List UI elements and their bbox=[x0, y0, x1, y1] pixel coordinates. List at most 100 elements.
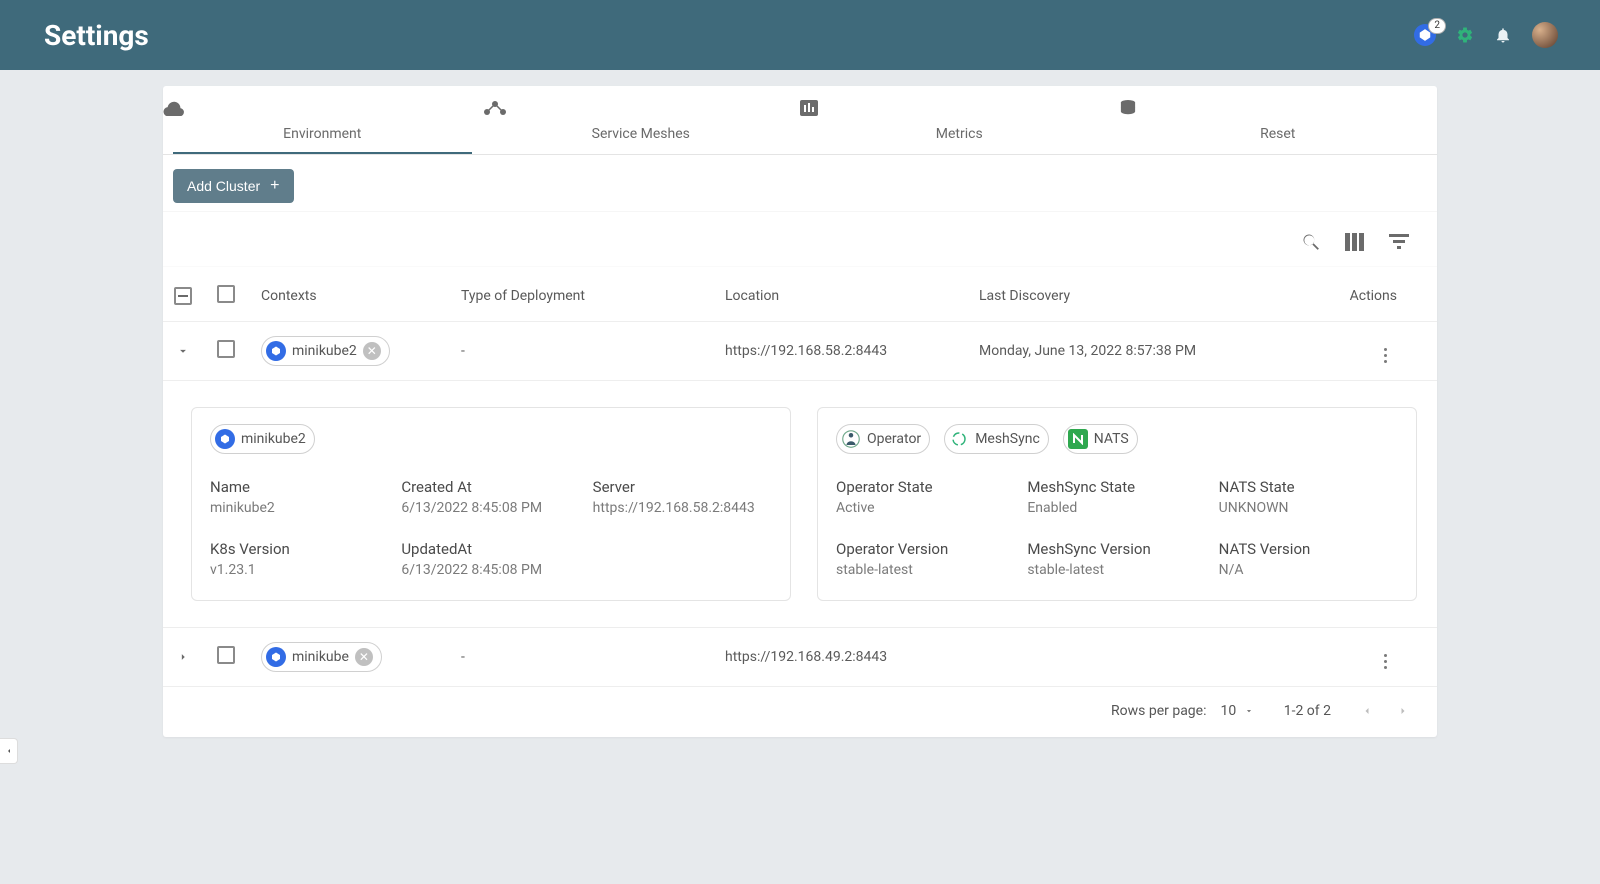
minus-icon[interactable] bbox=[174, 287, 192, 305]
col-contexts[interactable]: Contexts bbox=[261, 288, 461, 304]
chevron-right-icon bbox=[176, 650, 190, 664]
nats-icon bbox=[1068, 429, 1088, 449]
col-deployment[interactable]: Type of Deployment bbox=[461, 288, 725, 304]
k8s-version-label: K8s Version bbox=[210, 540, 389, 558]
table-row: minikube2 ✕ - https://192.168.58.2:8443 … bbox=[163, 322, 1437, 381]
deployment-cell: - bbox=[461, 649, 725, 665]
operator-icon bbox=[841, 429, 861, 449]
sidebar-expand-handle[interactable] bbox=[0, 738, 18, 764]
chevron-left-icon bbox=[5, 745, 13, 757]
app-header: Settings bbox=[0, 0, 1600, 70]
search-icon[interactable] bbox=[1301, 232, 1321, 252]
chart-icon bbox=[800, 100, 1119, 118]
row-actions[interactable] bbox=[1311, 339, 1417, 363]
rows-per-page-select[interactable]: 10 bbox=[1220, 703, 1253, 719]
avatar[interactable] bbox=[1532, 22, 1558, 48]
tab-label: Environment bbox=[283, 126, 361, 142]
operator-version-value: stable-latest bbox=[836, 562, 1015, 578]
settings-card: Environment Service Meshes Metrics Reset bbox=[163, 86, 1437, 737]
row-details: minikube2 Name minikube2 Created At 6/13/2… bbox=[163, 381, 1437, 628]
name-value: minikube2 bbox=[210, 500, 389, 516]
more-icon bbox=[1384, 348, 1387, 363]
row-checkbox[interactable] bbox=[217, 646, 261, 668]
add-cluster-button[interactable]: Add Cluster + bbox=[173, 169, 294, 203]
server-label: Server bbox=[593, 478, 772, 496]
kubernetes-icon bbox=[266, 647, 286, 667]
settings-icon[interactable] bbox=[1456, 26, 1474, 44]
chevron-left-icon bbox=[1361, 705, 1373, 717]
chevron-down-icon bbox=[176, 344, 190, 358]
bell-icon[interactable] bbox=[1494, 26, 1512, 44]
nats-version-label: NATS Version bbox=[1219, 540, 1398, 558]
chevron-right-icon bbox=[1397, 705, 1409, 717]
meshsync-icon bbox=[949, 429, 969, 449]
content-area: Environment Service Meshes Metrics Reset bbox=[0, 70, 1600, 753]
view-columns-icon[interactable] bbox=[1345, 233, 1365, 251]
plus-icon: + bbox=[270, 179, 279, 193]
deployment-cell: - bbox=[461, 343, 725, 359]
page-prev[interactable] bbox=[1361, 705, 1373, 717]
operator-chip[interactable]: Operator bbox=[836, 424, 930, 454]
tab-reset[interactable]: Reset bbox=[1119, 86, 1438, 154]
nats-state-value: UNKNOWN bbox=[1219, 500, 1398, 516]
tab-service-meshes[interactable]: Service Meshes bbox=[482, 86, 801, 154]
filter-icon[interactable] bbox=[1389, 234, 1409, 250]
col-discovery[interactable]: Last Discovery bbox=[979, 288, 1311, 304]
kubernetes-badge[interactable] bbox=[1414, 24, 1436, 46]
table-pager: Rows per page: 10 1-2 of 2 bbox=[163, 687, 1437, 737]
meshsync-state-value: Enabled bbox=[1027, 500, 1206, 516]
created-label: Created At bbox=[401, 478, 580, 496]
more-icon bbox=[1384, 654, 1387, 669]
operator-state-label: Operator State bbox=[836, 478, 1015, 496]
row-checkbox[interactable] bbox=[217, 340, 261, 362]
rows-per-page-value: 10 bbox=[1220, 703, 1236, 719]
header-expand-placeholder bbox=[173, 286, 193, 306]
page-range: 1-2 of 2 bbox=[1284, 703, 1331, 719]
chip-remove-icon[interactable]: ✕ bbox=[355, 648, 373, 666]
page-next[interactable] bbox=[1397, 705, 1409, 717]
avatar-image bbox=[1532, 22, 1558, 48]
context-chip[interactable]: minikube2 ✕ bbox=[261, 336, 390, 366]
cluster-chip-label: minikube2 bbox=[241, 431, 306, 447]
header-actions bbox=[1414, 22, 1558, 48]
operator-state-value: Active bbox=[836, 500, 1015, 516]
kubernetes-icon bbox=[1414, 24, 1436, 46]
operator-details-panel: Operator MeshSync NATS bbox=[817, 407, 1417, 601]
operator-version-label: Operator Version bbox=[836, 540, 1015, 558]
nats-state-label: NATS State bbox=[1219, 478, 1398, 496]
col-location[interactable]: Location bbox=[725, 288, 979, 304]
meshsync-version-value: stable-latest bbox=[1027, 562, 1206, 578]
expand-toggle[interactable] bbox=[173, 341, 193, 361]
chip-remove-icon[interactable]: ✕ bbox=[363, 342, 381, 360]
created-value: 6/13/2022 8:45:08 PM bbox=[401, 500, 580, 516]
page-title: Settings bbox=[44, 19, 149, 52]
tab-metrics[interactable]: Metrics bbox=[800, 86, 1119, 154]
row-actions[interactable] bbox=[1311, 645, 1417, 669]
location-cell: https://192.168.49.2:8443 bbox=[725, 649, 979, 665]
nats-chip-label: NATS bbox=[1094, 431, 1129, 447]
cluster-chip[interactable]: minikube2 bbox=[210, 424, 315, 454]
nats-chip[interactable]: NATS bbox=[1063, 424, 1138, 454]
meshsync-chip-label: MeshSync bbox=[975, 431, 1040, 447]
context-chip-label: minikube2 bbox=[292, 343, 357, 359]
context-cell: minikube ✕ bbox=[261, 642, 461, 672]
updated-value: 6/13/2022 8:45:08 PM bbox=[401, 562, 580, 578]
context-chip[interactable]: minikube ✕ bbox=[261, 642, 382, 672]
meshsync-state-label: MeshSync State bbox=[1027, 478, 1206, 496]
meshsync-chip[interactable]: MeshSync bbox=[944, 424, 1049, 454]
tab-bar: Environment Service Meshes Metrics Reset bbox=[163, 86, 1437, 155]
chevron-down-icon bbox=[1244, 706, 1254, 716]
k8s-version-value: v1.23.1 bbox=[210, 562, 389, 578]
select-all-checkbox[interactable] bbox=[217, 285, 261, 307]
operator-chip-label: Operator bbox=[867, 431, 921, 447]
expand-toggle[interactable] bbox=[173, 647, 193, 667]
kubernetes-icon bbox=[266, 341, 286, 361]
table-header: Contexts Type of Deployment Location Las… bbox=[163, 267, 1437, 322]
cluster-details-panel: minikube2 Name minikube2 Created At 6/13/2… bbox=[191, 407, 791, 601]
sub-header: Add Cluster + bbox=[163, 155, 1437, 211]
tab-environment[interactable]: Environment bbox=[163, 86, 482, 154]
name-label: Name bbox=[210, 478, 389, 496]
context-cell: minikube2 ✕ bbox=[261, 336, 461, 366]
discovery-cell: Monday, June 13, 2022 8:57:38 PM bbox=[979, 343, 1311, 359]
tab-label: Service Meshes bbox=[592, 126, 690, 142]
